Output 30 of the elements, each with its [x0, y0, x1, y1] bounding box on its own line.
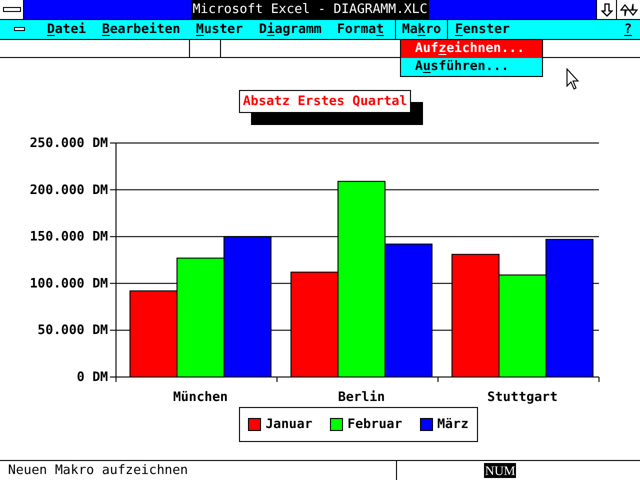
y-axis-label: 100.000 DM — [30, 276, 108, 292]
menu-item[interactable]: Muster — [190, 20, 249, 39]
system-menu-icon[interactable] — [0, 0, 24, 19]
maximize-icon[interactable] — [616, 0, 640, 19]
y-axis-label: 200.000 DM — [30, 182, 108, 198]
num-lock-indicator: NUM — [484, 463, 516, 478]
control-menu-icon[interactable] — [14, 27, 25, 31]
minimize-icon[interactable] — [596, 0, 616, 19]
menu-item[interactable]: Bearbeiten — [96, 20, 186, 39]
legend-label: Januar — [265, 416, 312, 434]
y-axis-label: 150.000 DM — [30, 230, 108, 245]
legend-label: März — [437, 416, 469, 434]
y-axis-label: 250.000 DM — [30, 136, 108, 151]
y-axis-label: 50.000 DM — [38, 323, 108, 338]
pointer-icon — [566, 68, 580, 90]
menu-item[interactable]: Datei — [41, 20, 92, 39]
window-title: Microsoft Excel - DIAGRAMM.XLC — [190, 0, 430, 19]
menu-item[interactable]: Format — [331, 20, 390, 39]
category-label: München — [173, 390, 228, 405]
legend-label: Februar — [347, 416, 402, 434]
status-message: Neuen Makro aufzeichnen — [8, 463, 188, 478]
y-axis-label: 0 DM — [76, 370, 108, 385]
category-label: Berlin — [338, 390, 385, 405]
category-label: Stuttgart — [487, 390, 558, 405]
menu-item[interactable]: Diagramm — [253, 20, 328, 39]
chart-title: Absatz Erstes Quartal — [238, 90, 412, 113]
help-menu[interactable]: ? — [624, 20, 632, 39]
dropdown-item[interactable]: Aufzeichnen... — [401, 40, 542, 58]
menu-item[interactable]: Fenster — [449, 20, 516, 39]
dropdown-item[interactable]: Ausführen... — [401, 58, 542, 76]
